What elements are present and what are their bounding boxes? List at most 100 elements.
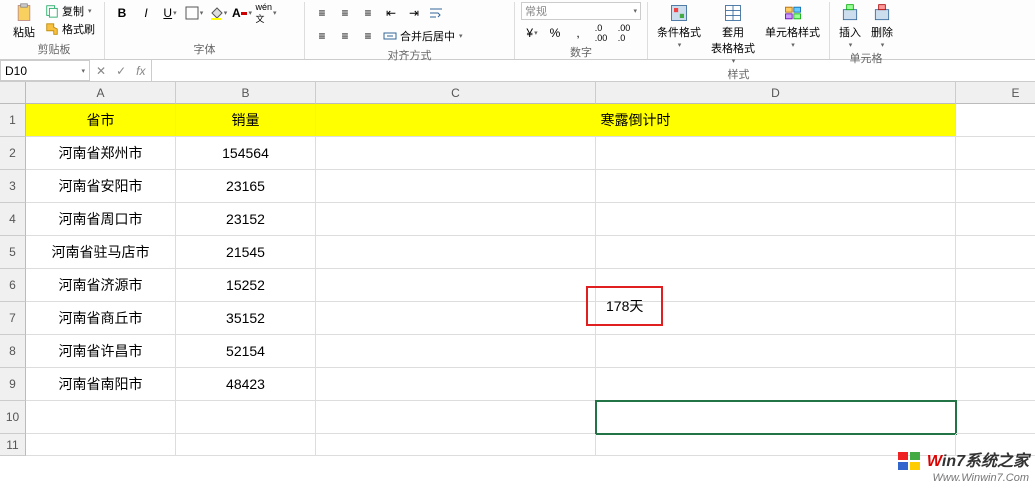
fill-color-button[interactable]: ▾: [207, 2, 229, 24]
cell[interactable]: [316, 236, 596, 269]
cell[interactable]: 销量: [176, 104, 316, 137]
currency-icon[interactable]: ¥▾: [521, 22, 543, 44]
phonetic-button[interactable]: wén文▾: [255, 2, 277, 24]
align-right-icon[interactable]: ≡: [357, 25, 379, 47]
cell[interactable]: [26, 401, 176, 434]
row-header[interactable]: 4: [0, 203, 26, 236]
italic-button[interactable]: I: [135, 2, 157, 24]
name-box[interactable]: D10 ▾: [0, 60, 90, 81]
col-header[interactable]: E: [956, 82, 1035, 104]
cell[interactable]: [956, 137, 1035, 170]
row-header[interactable]: 6: [0, 269, 26, 302]
cell[interactable]: [596, 335, 956, 368]
merge-center-button[interactable]: 合并后居中▾: [380, 28, 466, 45]
selected-cell[interactable]: [596, 401, 956, 434]
percent-icon[interactable]: %: [544, 22, 566, 44]
align-top-icon[interactable]: ≡: [311, 2, 333, 24]
row-header[interactable]: 7: [0, 302, 26, 335]
cell[interactable]: [176, 401, 316, 434]
fx-icon[interactable]: fx: [136, 64, 145, 78]
row-header[interactable]: 10: [0, 401, 26, 434]
cell[interactable]: [956, 335, 1035, 368]
cell[interactable]: 35152: [176, 302, 316, 335]
cell[interactable]: [956, 401, 1035, 434]
cell[interactable]: [316, 137, 596, 170]
align-center-icon[interactable]: ≡: [334, 25, 356, 47]
bold-button[interactable]: B: [111, 2, 133, 24]
enter-icon[interactable]: ✓: [116, 64, 126, 78]
underline-button[interactable]: U▾: [159, 2, 181, 24]
cell[interactable]: [596, 236, 956, 269]
conditional-format-button[interactable]: 条件格式▾: [654, 2, 704, 50]
cell[interactable]: [956, 302, 1035, 335]
cell[interactable]: 154564: [176, 137, 316, 170]
row-header[interactable]: 11: [0, 434, 26, 456]
cell[interactable]: 21545: [176, 236, 316, 269]
cell[interactable]: [316, 203, 596, 236]
row-header[interactable]: 2: [0, 137, 26, 170]
cell[interactable]: [956, 104, 1035, 137]
cell[interactable]: 23152: [176, 203, 316, 236]
cell[interactable]: [316, 170, 596, 203]
col-header[interactable]: A: [26, 82, 176, 104]
row-header[interactable]: 5: [0, 236, 26, 269]
cell[interactable]: [956, 368, 1035, 401]
cell[interactable]: 15252: [176, 269, 316, 302]
increase-indent-icon[interactable]: ⇥: [403, 2, 425, 24]
cell[interactable]: [316, 368, 596, 401]
cell[interactable]: [596, 170, 956, 203]
insert-button[interactable]: 插入▾: [836, 2, 864, 50]
row-header[interactable]: 9: [0, 368, 26, 401]
cell[interactable]: 河南省商丘市: [26, 302, 176, 335]
increase-decimal-icon[interactable]: .0.00: [590, 22, 612, 44]
cell[interactable]: 河南省济源市: [26, 269, 176, 302]
cell[interactable]: 48423: [176, 368, 316, 401]
wrap-text-button[interactable]: 自动换行: [426, 5, 493, 22]
cell[interactable]: 23165: [176, 170, 316, 203]
cell[interactable]: [956, 269, 1035, 302]
number-format-combo[interactable]: 常规▾: [521, 2, 641, 20]
cell[interactable]: [596, 368, 956, 401]
cell[interactable]: 河南省驻马店市: [26, 236, 176, 269]
cell[interactable]: [26, 434, 176, 456]
cell[interactable]: 省市: [26, 104, 176, 137]
cell[interactable]: [316, 335, 596, 368]
format-painter-button[interactable]: 格式刷: [42, 20, 98, 37]
border-button[interactable]: ▾: [183, 2, 205, 24]
cell[interactable]: 河南省郑州市: [26, 137, 176, 170]
cancel-icon[interactable]: ✕: [96, 64, 106, 78]
align-bottom-icon[interactable]: ≡: [357, 2, 379, 24]
cell[interactable]: [596, 203, 956, 236]
cell[interactable]: [956, 236, 1035, 269]
table-format-button[interactable]: 套用 表格格式▾: [708, 2, 758, 66]
row-header[interactable]: 3: [0, 170, 26, 203]
formula-input[interactable]: [151, 60, 1035, 81]
row-header[interactable]: 8: [0, 335, 26, 368]
cell-styles-button[interactable]: 单元格样式▾: [762, 2, 823, 50]
cell[interactable]: 寒露倒计时: [316, 104, 956, 137]
cell[interactable]: [176, 434, 316, 456]
cell[interactable]: [956, 203, 1035, 236]
align-left-icon[interactable]: ≡: [311, 25, 333, 47]
select-all-corner[interactable]: [0, 82, 26, 104]
cell[interactable]: [956, 170, 1035, 203]
cell[interactable]: [316, 302, 596, 335]
comma-icon[interactable]: ,: [567, 22, 589, 44]
cell[interactable]: [316, 401, 596, 434]
col-header[interactable]: B: [176, 82, 316, 104]
decrease-decimal-icon[interactable]: .00.0: [613, 22, 635, 44]
col-header[interactable]: D: [596, 82, 956, 104]
decrease-indent-icon[interactable]: ⇤: [380, 2, 402, 24]
delete-button[interactable]: 删除▾: [868, 2, 896, 50]
paste-button[interactable]: 粘贴: [10, 2, 38, 41]
cell[interactable]: 河南省许昌市: [26, 335, 176, 368]
copy-button[interactable]: 复制▾: [42, 2, 98, 19]
cell[interactable]: 河南省南阳市: [26, 368, 176, 401]
align-middle-icon[interactable]: ≡: [334, 2, 356, 24]
cell[interactable]: [316, 269, 596, 302]
cell[interactable]: [316, 434, 596, 456]
col-header[interactable]: C: [316, 82, 596, 104]
font-color-button[interactable]: A▾: [231, 2, 253, 24]
chevron-down-icon[interactable]: ▾: [81, 67, 85, 75]
cell[interactable]: [596, 137, 956, 170]
